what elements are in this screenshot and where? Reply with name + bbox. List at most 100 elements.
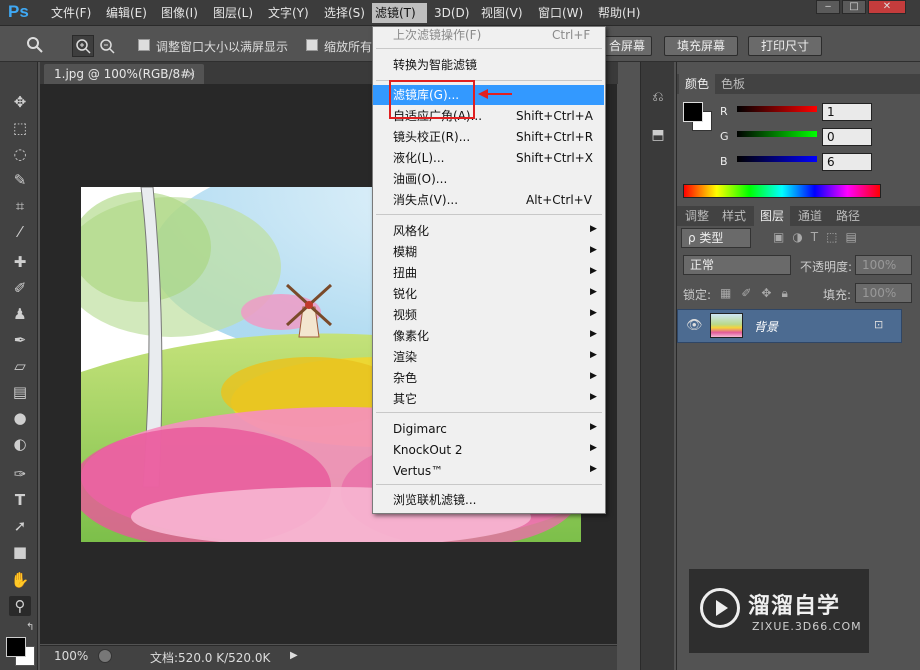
menu-image[interactable]: 图像(I) <box>158 5 201 21</box>
zoom-in-button[interactable] <box>72 35 94 57</box>
eyedropper-tool-icon[interactable]: ⁄ <box>9 222 31 242</box>
layer-visibility-eye-icon[interactable]: 👁︎ <box>686 318 703 333</box>
opacity-label: 不透明度: <box>800 260 853 274</box>
menu-help[interactable]: 帮助(H) <box>595 5 643 21</box>
color-fg-swatch[interactable] <box>683 102 703 122</box>
menu-item-sharpen[interactable]: 锐化 <box>393 284 417 304</box>
foreground-color-swatch[interactable] <box>6 637 26 657</box>
menu-item-browse-online-filters[interactable]: 浏览联机滤镜... <box>393 490 476 510</box>
menu-item-last-filter[interactable]: 上次滤镜操作(F) <box>393 25 481 45</box>
menu-edit[interactable]: 编辑(E) <box>103 5 150 21</box>
menu-item-vertus[interactable]: Vertus™ <box>393 461 443 481</box>
resize-windows-checkbox[interactable] <box>138 39 150 51</box>
dodge-tool-icon[interactable]: ◐ <box>9 434 31 454</box>
menu-item-noise[interactable]: 杂色 <box>393 368 417 388</box>
fit-screen-button[interactable]: 合屏幕 <box>600 36 652 56</box>
pen-tool-icon[interactable]: ✑ <box>9 464 31 484</box>
menu-item-other[interactable]: 其它 <box>393 389 417 409</box>
menu-item-stylize[interactable]: 风格化 <box>393 221 429 241</box>
menu-item-lens-correction[interactable]: 镜头校正(R)... <box>393 127 470 147</box>
lock-label: 锁定: <box>683 288 712 302</box>
menu-filter[interactable]: 滤镜(T) <box>372 3 427 23</box>
zoom-level[interactable]: 100% <box>54 649 88 663</box>
opacity-input[interactable]: 100% <box>855 255 912 275</box>
menu-file[interactable]: 文件(F) <box>48 5 94 21</box>
maximize-button[interactable]: □ <box>842 0 866 14</box>
gradient-tool-icon[interactable]: ▤ <box>9 382 31 402</box>
minimize-button[interactable]: ‒ <box>816 0 840 14</box>
lasso-tool-icon[interactable]: ◌ <box>9 144 31 164</box>
menu-item-blur[interactable]: 模糊 <box>393 242 417 262</box>
menu-view[interactable]: 视图(V) <box>478 5 526 21</box>
r-slider[interactable] <box>737 106 817 112</box>
lock-icons[interactable]: ▦✐✥🔒︎ <box>720 286 798 301</box>
tab-styles[interactable]: 样式 <box>716 206 752 226</box>
menu-item-convert-smart-filter[interactable]: 转换为智能滤镜 <box>393 55 477 75</box>
close-window-button[interactable]: ✕ <box>868 0 906 14</box>
zoom-out-button[interactable] <box>97 36 117 59</box>
menu-select[interactable]: 选择(S) <box>321 5 368 21</box>
g-value-input[interactable]: 0 <box>822 128 872 146</box>
move-tool-icon[interactable]: ✥ <box>9 92 31 112</box>
menu-window[interactable]: 窗口(W) <box>535 5 586 21</box>
clone-stamp-tool-icon[interactable]: ♟ <box>9 304 31 324</box>
tab-channels[interactable]: 通道 <box>792 206 828 226</box>
swap-colors-icon[interactable]: ↰ <box>26 622 34 633</box>
healing-brush-tool-icon[interactable]: ✚ <box>9 252 31 272</box>
menu-layer[interactable]: 图层(L) <box>210 5 256 21</box>
r-value-input[interactable]: 1 <box>822 103 872 121</box>
menu-item-liquify[interactable]: 液化(L)... <box>393 148 445 168</box>
color-spectrum-bar[interactable] <box>683 184 881 198</box>
menu-item-digimarc[interactable]: Digimarc <box>393 419 447 439</box>
menu-3d[interactable]: 3D(D) <box>431 5 472 21</box>
menu-item-oil-paint[interactable]: 油画(O)... <box>393 169 447 189</box>
crop-tool-icon[interactable]: ⌗ <box>9 196 31 216</box>
path-select-tool-icon[interactable]: ➚ <box>9 516 31 536</box>
quick-select-tool-icon[interactable]: ✎ <box>9 170 31 190</box>
tab-paths[interactable]: 路径 <box>830 206 866 226</box>
g-slider[interactable] <box>737 131 817 137</box>
tab-adjustments[interactable]: 调整 <box>679 206 715 226</box>
g-label: G <box>720 130 729 143</box>
submenu-arrow-icon: ▶ <box>590 392 597 402</box>
eraser-tool-icon[interactable]: ▱ <box>9 356 31 376</box>
menu-type[interactable]: 文字(Y) <box>265 5 312 21</box>
zoom-tool-icon[interactable] <box>26 36 44 58</box>
properties-panel-icon[interactable]: ⬒ <box>648 127 668 147</box>
blend-mode-select[interactable]: 正常 <box>683 255 791 275</box>
menu-item-knockout[interactable]: KnockOut 2 <box>393 440 463 460</box>
menu-item-render[interactable]: 渲染 <box>393 347 417 367</box>
layer-name[interactable]: 背景 <box>754 318 778 335</box>
zoom-tool-selected-icon[interactable]: ⚲ <box>9 596 31 616</box>
blur-tool-icon[interactable]: ● <box>9 408 31 428</box>
fill-input[interactable]: 100% <box>855 283 912 303</box>
tab-layers[interactable]: 图层 <box>754 206 791 226</box>
shape-tool-icon[interactable]: ■ <box>9 542 31 562</box>
menu-separator <box>376 214 602 215</box>
b-slider[interactable] <box>737 156 817 162</box>
zoom-all-checkbox[interactable] <box>306 39 318 51</box>
fill-screen-button[interactable]: 填充屏幕 <box>664 36 738 56</box>
tab-swatches[interactable]: 色板 <box>715 74 751 94</box>
status-menu-arrow-icon[interactable]: ▶ <box>290 650 298 661</box>
history-brush-tool-icon[interactable]: ✒ <box>9 330 31 350</box>
layer-kind-filter[interactable]: ρ 类型 <box>681 228 751 248</box>
history-panel-icon[interactable]: ⎌ <box>648 89 668 109</box>
brush-tool-icon[interactable]: ✐ <box>9 278 31 298</box>
menu-item-distort[interactable]: 扭曲 <box>393 263 417 283</box>
document-tab[interactable]: 1.jpg @ 100%(RGB/8#) <box>44 64 204 84</box>
menu-separator <box>376 48 602 49</box>
b-value-input[interactable]: 6 <box>822 153 872 171</box>
print-size-button[interactable]: 打印尺寸 <box>748 36 822 56</box>
hand-tool-icon[interactable]: ✋ <box>9 570 31 590</box>
menu-item-video[interactable]: 视频 <box>393 305 417 325</box>
menu-item-pixelate[interactable]: 像素化 <box>393 326 429 346</box>
document-tab-close-icon[interactable]: × <box>186 64 196 84</box>
status-info-icon[interactable] <box>98 649 112 663</box>
menu-item-vanishing-point[interactable]: 消失点(V)... <box>393 190 458 210</box>
tab-color[interactable]: 颜色 <box>679 74 716 94</box>
marquee-tool-icon[interactable]: ⬚ <box>9 118 31 138</box>
layer-filter-icons[interactable]: ▣◑T⬚▤ <box>773 230 865 244</box>
type-tool-icon[interactable]: T <box>9 490 31 510</box>
r-label: R <box>720 105 728 118</box>
